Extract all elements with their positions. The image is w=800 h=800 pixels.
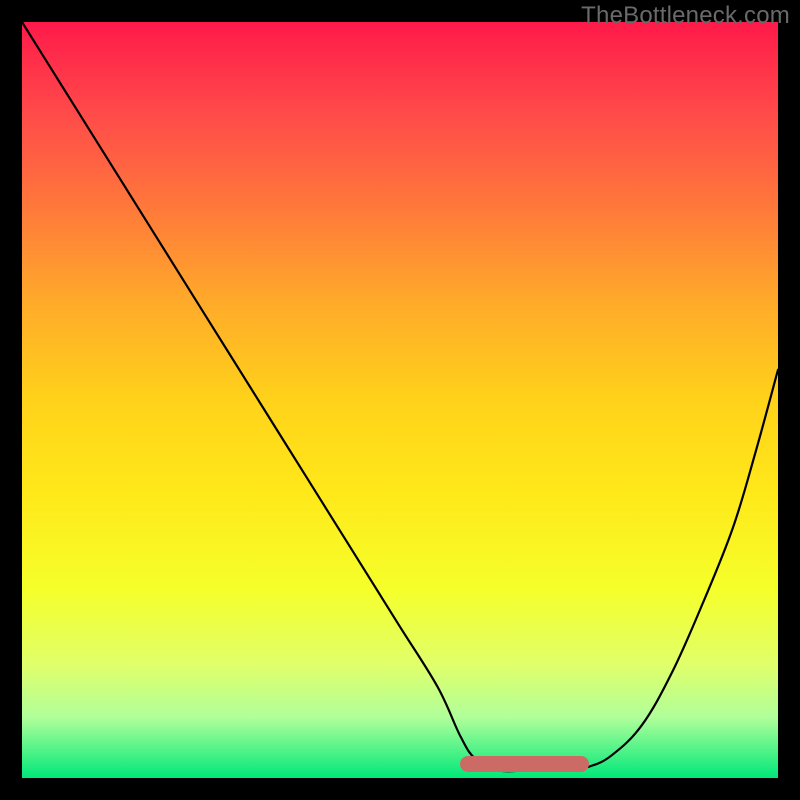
optimal-range-band: [460, 756, 589, 772]
watermark-label: TheBottleneck.com: [581, 2, 790, 30]
chart-container: TheBottleneck.com: [0, 0, 800, 800]
plot-area: [22, 22, 778, 778]
bottleneck-curve: [22, 22, 778, 778]
